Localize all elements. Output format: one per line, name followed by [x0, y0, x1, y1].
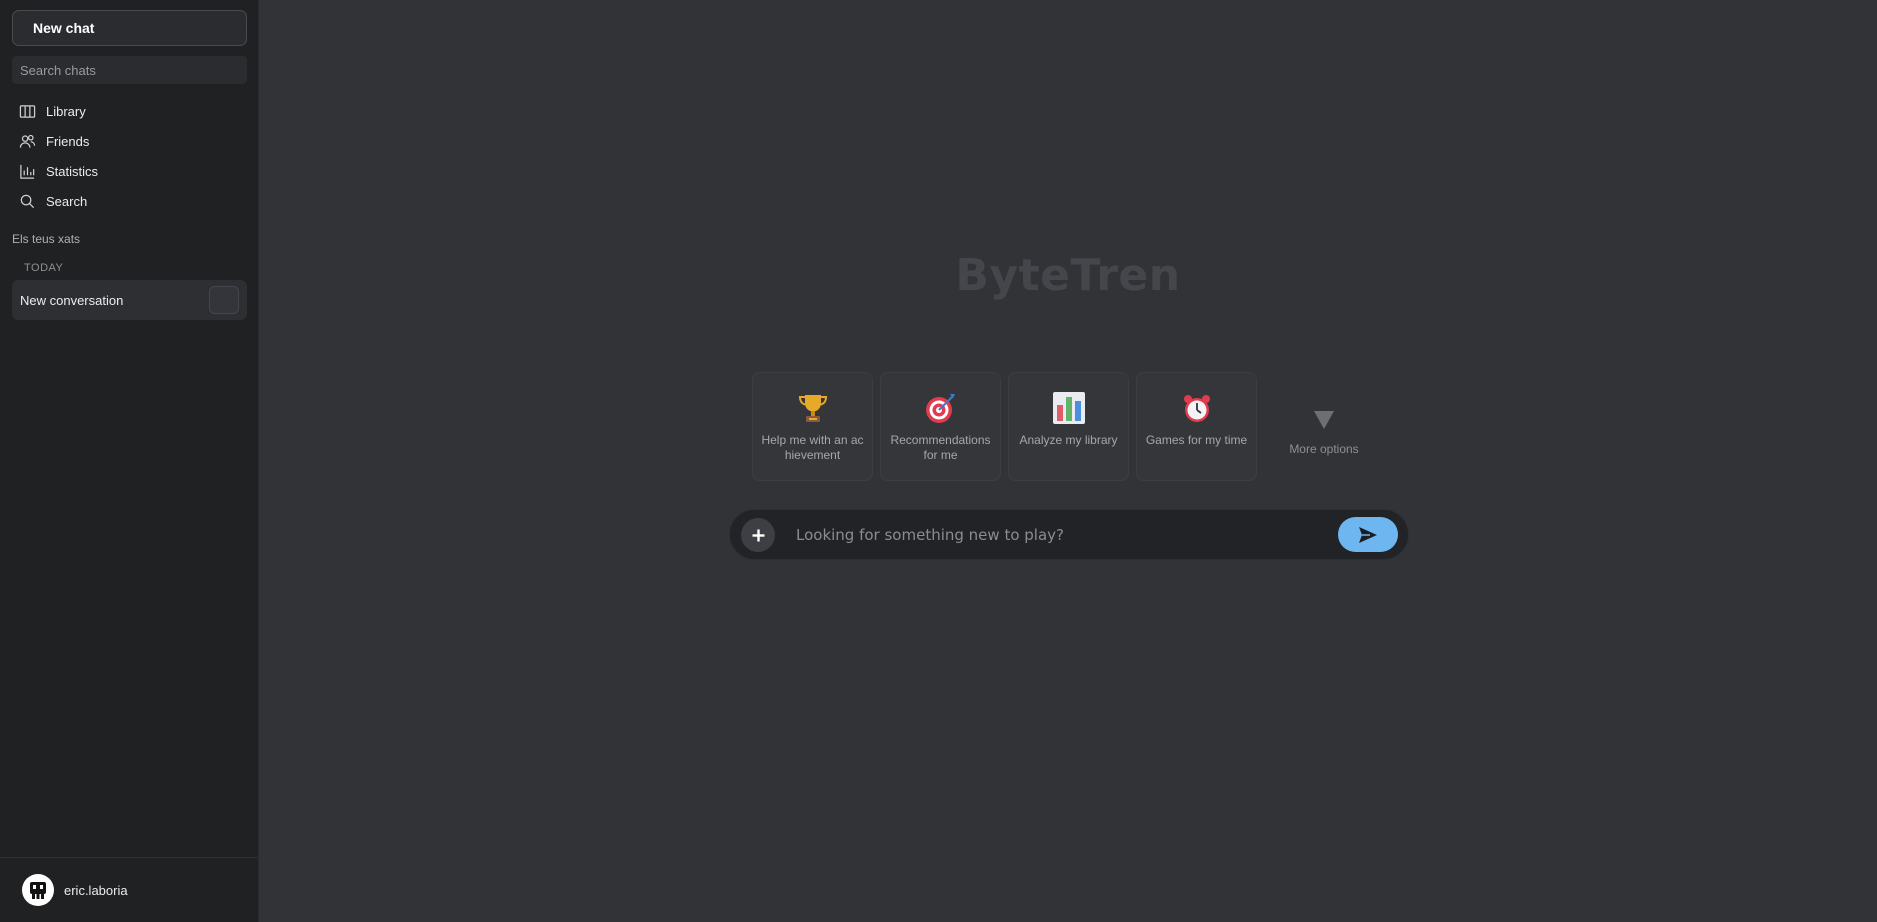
avatar — [22, 874, 54, 906]
suggestion-label: Recommendations for me — [890, 433, 991, 462]
library-icon — [19, 104, 36, 118]
search-icon — [20, 194, 35, 208]
sidebar-item-label: Statistics — [46, 163, 99, 179]
attach-button[interactable] — [741, 518, 775, 552]
sidebar: New chat Library Friends — [0, 0, 259, 922]
conversation-title: New conversation — [20, 292, 124, 308]
sidebar-item-library[interactable]: Library — [12, 96, 247, 126]
suggestion-label: Analyze my library — [1019, 433, 1118, 447]
prompt-input[interactable] — [796, 518, 1316, 552]
new-chat-button[interactable]: New chat — [12, 10, 247, 46]
today-group-label: TODAY — [24, 262, 64, 274]
friends-icon — [19, 134, 36, 148]
suggestion-cards: Help me with an achievement Recommendati… — [752, 372, 1384, 481]
search-chats-input[interactable] — [12, 56, 247, 84]
brand-title: ByteTren — [955, 250, 1181, 301]
suggestion-label: Help me with an achievement — [761, 433, 864, 462]
composer — [729, 509, 1409, 560]
suggestion-card-library[interactable]: Analyze my library — [1008, 372, 1129, 481]
more-options-label: More options — [1289, 442, 1359, 456]
trophy-icon — [798, 395, 827, 422]
conversation-item[interactable]: New conversation — [12, 280, 247, 320]
sidebar-item-label: Friends — [46, 133, 90, 149]
user-profile[interactable]: eric.laboria — [0, 857, 259, 922]
statistics-icon — [20, 164, 35, 179]
triangle-down-icon — [1314, 411, 1334, 429]
conversation-options-button[interactable] — [209, 286, 239, 314]
target-icon — [925, 394, 955, 423]
sidebar-nav: Library Friends Statistics Search — [12, 96, 247, 216]
bar-chart-icon — [1052, 392, 1085, 424]
plus-icon — [752, 529, 764, 541]
send-button[interactable] — [1338, 517, 1398, 552]
suggestion-card-achievement[interactable]: Help me with an achievement — [752, 372, 873, 481]
sidebar-item-friends[interactable]: Friends — [12, 126, 247, 156]
suggestion-card-time[interactable]: Games for my time — [1136, 372, 1257, 481]
alarm-clock-icon — [1183, 395, 1210, 422]
username: eric.laboria — [64, 882, 128, 898]
sidebar-item-label: Library — [46, 103, 86, 119]
send-icon — [1359, 526, 1377, 543]
suggestion-card-recommendations[interactable]: Recommendations for me — [880, 372, 1001, 481]
sidebar-item-search[interactable]: Search — [12, 186, 247, 216]
sidebar-item-label: Search — [46, 193, 88, 209]
more-options-button[interactable]: More options — [1264, 372, 1384, 481]
sidebar-item-statistics[interactable]: Statistics — [12, 156, 247, 186]
chats-section-label: Els teus xats — [12, 232, 81, 246]
suggestion-label: Games for my time — [1145, 433, 1248, 447]
robot-avatar-icon — [30, 882, 46, 899]
